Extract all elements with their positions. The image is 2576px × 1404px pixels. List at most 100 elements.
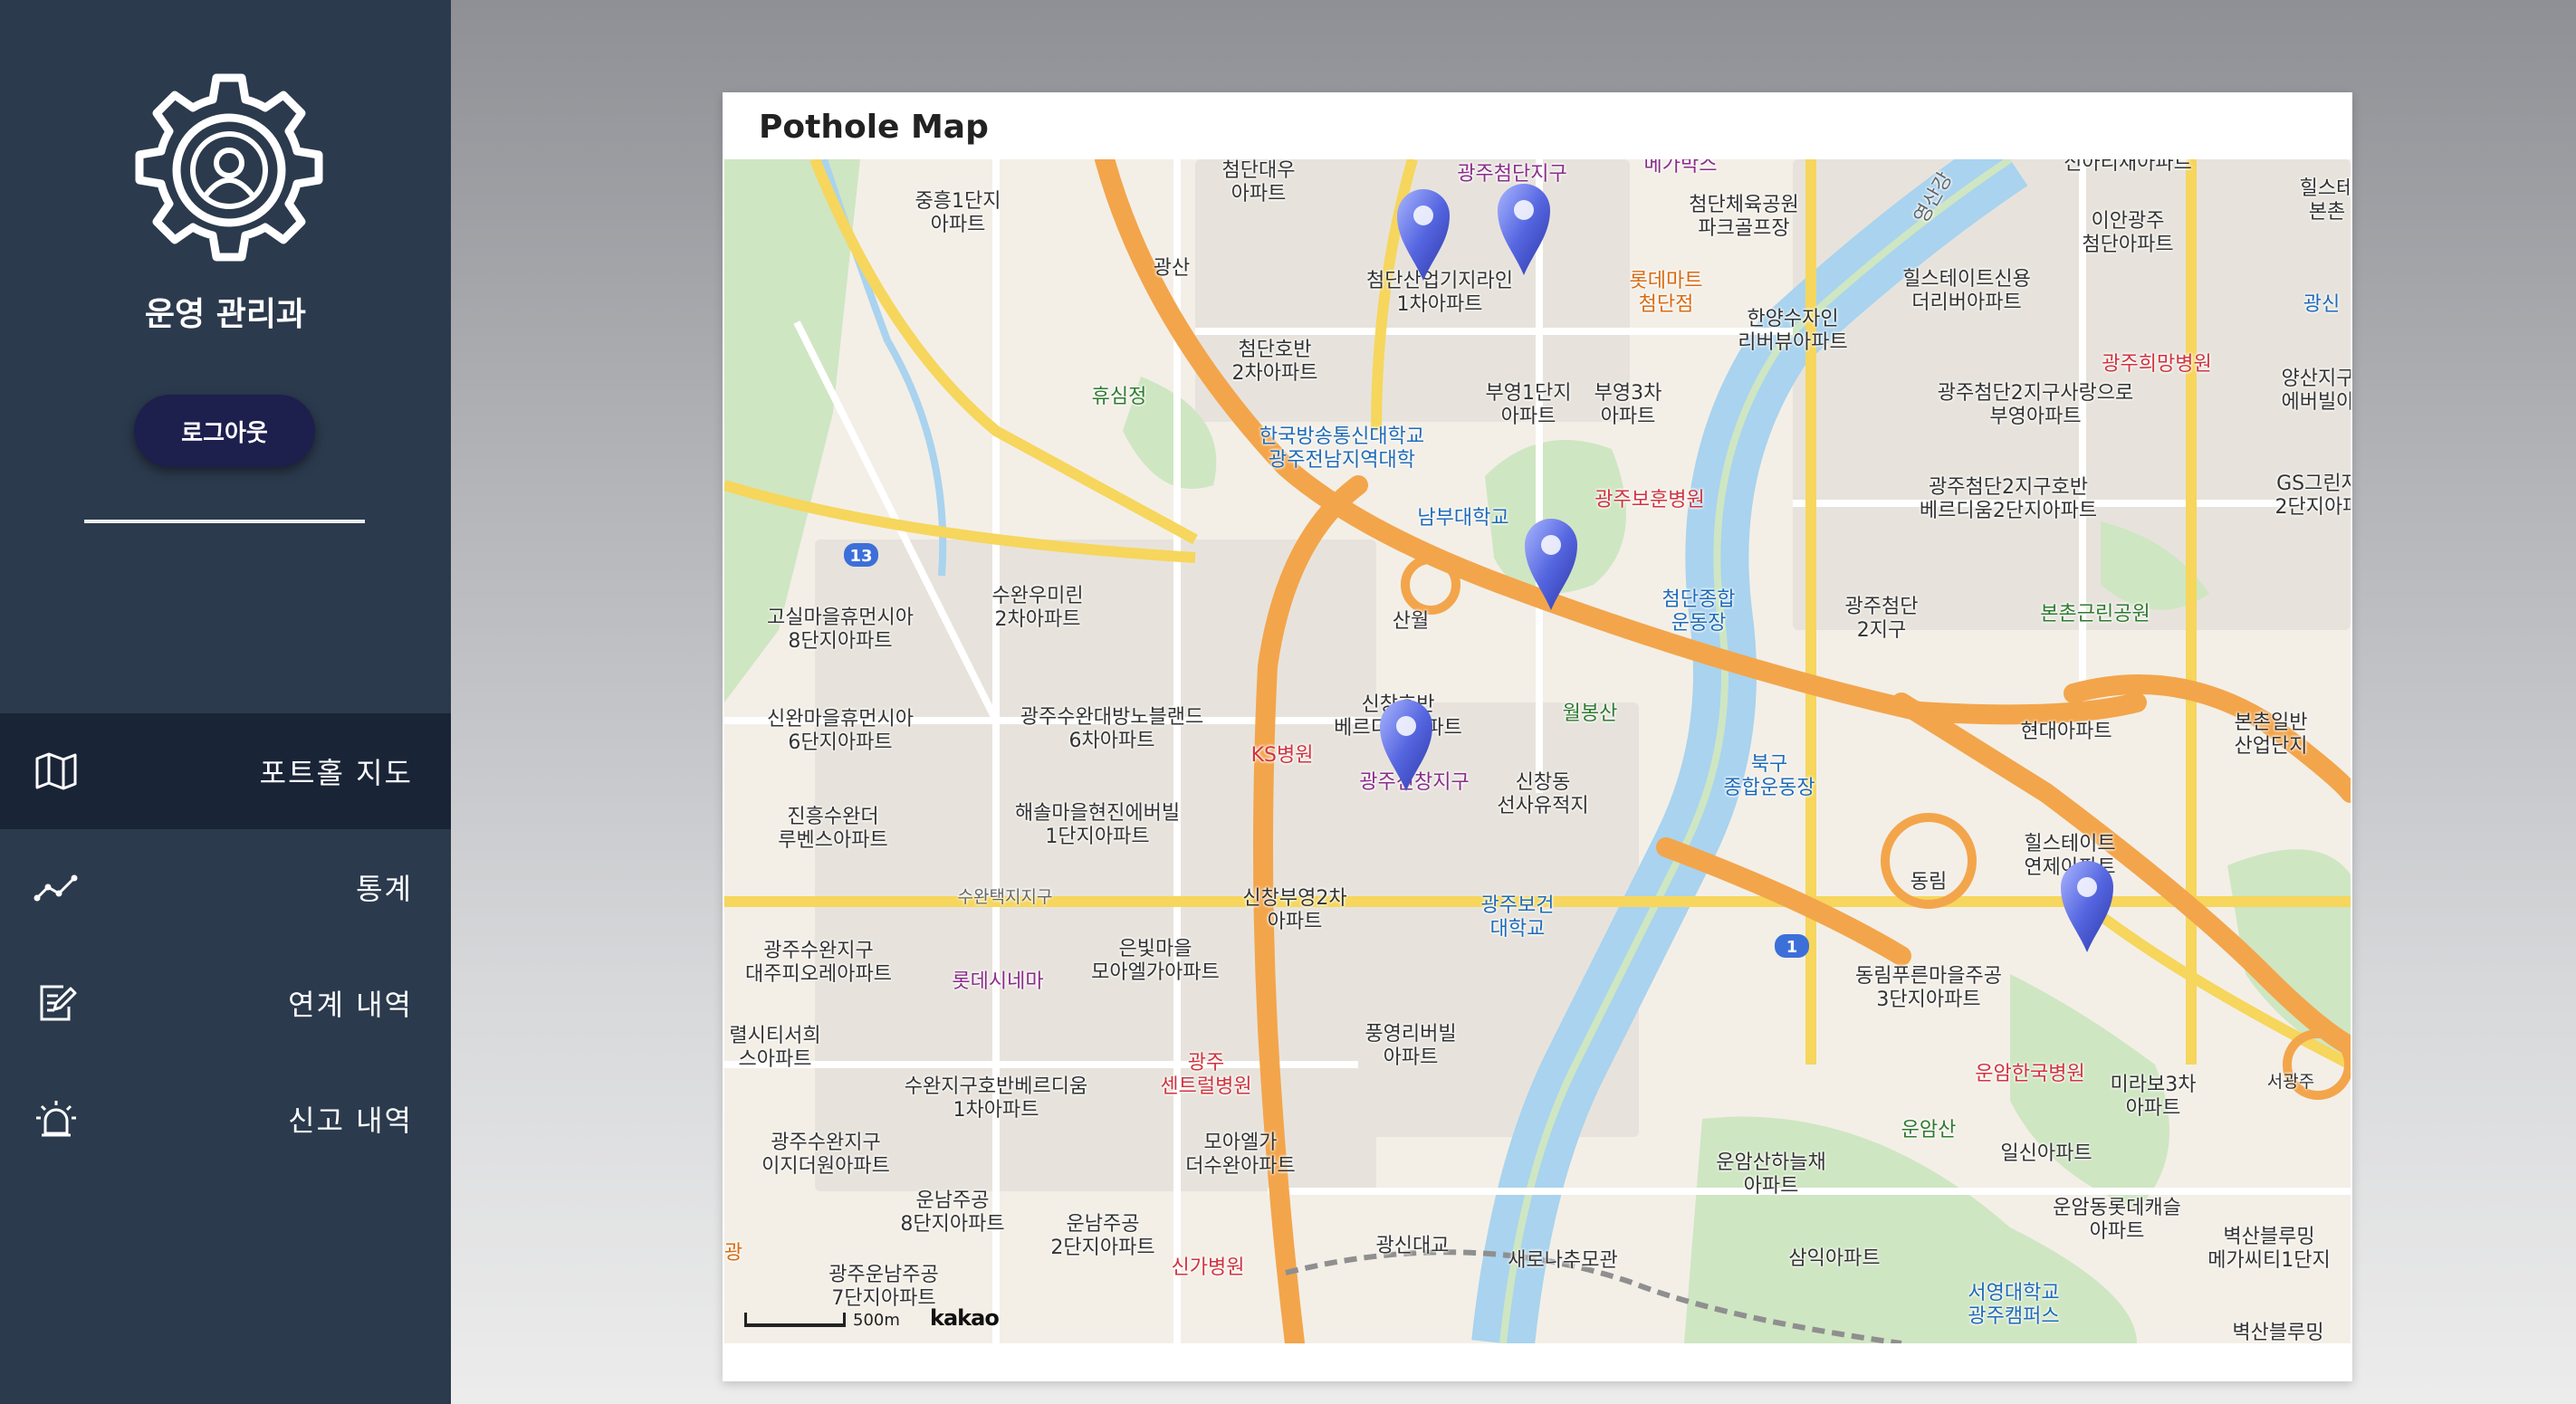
map-poi-label: 산월 bbox=[1392, 610, 1430, 633]
map-poi-label: 광주첨단 2지구 bbox=[1844, 596, 1919, 642]
edit-document-icon bbox=[40, 985, 77, 1021]
map-poi-label: 롯데시네마 bbox=[952, 970, 1044, 993]
map-poi-label: 남부대학교 bbox=[1417, 507, 1509, 530]
map-poi-label: 미라보3차 아파트 bbox=[2110, 1074, 2197, 1120]
siren-icon bbox=[36, 1101, 76, 1137]
map-poi-label: 수완우미린 2차아파트 bbox=[991, 585, 1084, 631]
map-poi-label: GS그린자 2단지아파 bbox=[2274, 473, 2351, 519]
map-scale-label: 500m bbox=[853, 1311, 900, 1330]
sidebar-item-label: 통계 bbox=[356, 872, 413, 906]
pothole-marker-icon[interactable] bbox=[1521, 512, 1581, 612]
map-poi-label: 광주첨단2지구호반 베르디움2단지아파트 bbox=[1919, 476, 2098, 522]
map-poi-label: 운암산하늘채 아파트 bbox=[1716, 1151, 1826, 1198]
brand-title: 운영 관리과 bbox=[144, 296, 307, 333]
kakao-logo: kakao bbox=[930, 1305, 1000, 1331]
pothole-marker-icon[interactable] bbox=[2057, 855, 2117, 954]
map-poi-label: 운암동롯데캐슬 아파트 bbox=[2053, 1197, 2181, 1243]
map-poi-label: 광주수완지구 대주피오레아파트 bbox=[745, 940, 892, 986]
map-poi-label: 첨단호반 2차아파트 bbox=[1231, 339, 1318, 385]
map-poi-label: 동림푸른마을주공 3단지아파트 bbox=[1855, 965, 2002, 1011]
map-poi-label: 수완택지지구 bbox=[957, 887, 1053, 907]
map-poi-label: 운남주공 8단지아파트 bbox=[900, 1189, 1005, 1236]
map-poi-label: 신가병원 bbox=[1171, 1256, 1245, 1279]
map-poi-label: 광주수완대방노블랜드 6차아파트 bbox=[1020, 706, 1204, 752]
map-view[interactable]: 13 1 첨단대우 아파트 광주첨단지구 메가박스 첨단체육공원 파크골프장 영… bbox=[724, 159, 2351, 1343]
map-poi-label: 신창부영2차 아파트 bbox=[1242, 887, 1347, 933]
map-poi-label: 한국방송통신대학교 광주전남지역대학 bbox=[1259, 425, 1425, 472]
map-poi-label: 동림 bbox=[1910, 871, 1948, 893]
sidebar-divider bbox=[84, 520, 365, 523]
map-base-layer bbox=[724, 159, 2351, 1343]
sidebar: 운영 관리과 로그아웃 포트홀 지도 통계 연계 내역 신고 내역 bbox=[0, 0, 451, 1404]
map-poi-label: 힐스테 본촌 bbox=[2299, 177, 2351, 224]
sidebar-item-statistics[interactable]: 통계 bbox=[0, 829, 451, 945]
map-poi-label: 서광주 bbox=[2266, 1072, 2315, 1092]
map-scale-bar: 500m kakao bbox=[744, 1305, 1000, 1332]
sidebar-item-label: 신고 내역 bbox=[288, 1103, 413, 1138]
map-poi-label: 광주 센트럴병원 bbox=[1160, 1052, 1252, 1098]
highway-shield-13: 13 bbox=[849, 547, 873, 566]
map-poi-label: 일신아파트 bbox=[2000, 1142, 2092, 1165]
map-poi-label: 벽산블루밍 bbox=[2232, 1322, 2324, 1343]
map-poi-label: 부영3차 아파트 bbox=[1594, 382, 1662, 428]
map-poi-label: 메가박스 bbox=[1643, 159, 1718, 177]
map-poi-label: 첨단체육공원 파크골프장 bbox=[1689, 194, 1799, 240]
map-poi-label: 월봉산 bbox=[1562, 702, 1618, 725]
pothole-map-card: Pothole Map 13 1 첨단대우 아파트 광주첨단지구 메가박스 첨단… bbox=[723, 92, 2352, 1381]
map-poi-label: 광주운남주공 7단지아파트 bbox=[828, 1264, 939, 1310]
sidebar-item-label: 포트홀 지도 bbox=[259, 756, 413, 790]
map-poi-label: 양산지구 에버빌아 bbox=[2281, 368, 2351, 414]
map-poi-label: 첨단대우 아파트 bbox=[1221, 159, 1296, 205]
map-poi-label: 롯데마트 첨단점 bbox=[1629, 270, 1703, 316]
map-poi-label: 광 bbox=[724, 1242, 743, 1265]
map-poi-label: 본촌근린공원 bbox=[2040, 603, 2150, 626]
map-poi-label: 북구 종합운동장 bbox=[1723, 753, 1815, 799]
map-poi-label: 광산 bbox=[1153, 257, 1191, 280]
map-poi-label: 삼익아파트 bbox=[1788, 1247, 1881, 1270]
map-poi-label: 렬시티서희 스아파트 bbox=[729, 1025, 821, 1071]
map-poi-label: 모아엘가 더수완아파트 bbox=[1185, 1132, 1296, 1178]
map-poi-label: 광주희망병원 bbox=[2102, 353, 2212, 376]
map-poi-label: 고실마을휴먼시아 8단지아파트 bbox=[767, 606, 914, 653]
map-poi-label: 진흥수완더 루벤스아파트 bbox=[778, 806, 888, 852]
map-poi-label: 운암산 bbox=[1901, 1119, 1957, 1141]
map-poi-label: KS병원 bbox=[1250, 744, 1314, 767]
map-poi-label: 부영1단지 아파트 bbox=[1485, 382, 1572, 428]
sidebar-item-pothole-map[interactable]: 포트홀 지도 bbox=[0, 713, 451, 829]
map-poi-label: 한양수자인 리버뷰아파트 bbox=[1738, 308, 1848, 354]
map-poi-label: 힐스테이트신용 더리버아파트 bbox=[1902, 268, 2031, 314]
map-poi-label: 광주보건 대학교 bbox=[1480, 894, 1555, 941]
map-poi-label: 광신 bbox=[2303, 293, 2341, 316]
map-poi-label: 중흥1단지 아파트 bbox=[915, 190, 1001, 236]
page-title: Pothole Map bbox=[759, 109, 989, 146]
map-poi-label: 휴심정 bbox=[1091, 386, 1147, 408]
pothole-marker-icon[interactable] bbox=[1393, 183, 1453, 282]
map-poi-label: 신창동 선사유적지 bbox=[1497, 771, 1589, 817]
logout-button[interactable]: 로그아웃 bbox=[134, 395, 315, 467]
pothole-marker-icon[interactable] bbox=[1376, 693, 1436, 793]
map-icon bbox=[35, 752, 77, 790]
chart-line-icon bbox=[34, 874, 78, 902]
map-poi-label: 운암한국병원 bbox=[1975, 1063, 2085, 1085]
pothole-marker-icon[interactable] bbox=[1494, 177, 1554, 277]
map-poi-label: 운남주공 2단지아파트 bbox=[1050, 1213, 1155, 1259]
map-poi-label: 광주수완지구 이지더원아파트 bbox=[761, 1132, 890, 1178]
map-poi-label: 첨단종합 운동장 bbox=[1661, 588, 1736, 635]
map-poi-label: 해솔마을현진에버빌 1단지아파트 bbox=[1014, 802, 1181, 848]
gear-logo-icon bbox=[135, 73, 323, 262]
sidebar-item-report-history[interactable]: 신고 내역 bbox=[0, 1061, 451, 1177]
map-poi-label: 이안광주 첨단아파트 bbox=[2082, 210, 2174, 256]
map-poi-label: 현대아파트 bbox=[2020, 721, 2112, 743]
map-poi-label: 서영대학교 광주캠퍼스 bbox=[1968, 1282, 2060, 1328]
map-poi-label: 은빛마을 모아엘가아파트 bbox=[1091, 938, 1220, 984]
map-poi-label: 광주첨단2지구사랑으로 부영아파트 bbox=[1937, 382, 2134, 428]
highway-shield-1: 1 bbox=[1786, 938, 1798, 957]
map-poi-label: 새로나추모관 bbox=[1508, 1249, 1618, 1272]
map-poi-label: 풍영리버빌 아파트 bbox=[1365, 1023, 1457, 1069]
map-poi-label: 신아리채아파트 bbox=[2064, 159, 2192, 175]
sidebar-item-linkage-history[interactable]: 연계 내역 bbox=[0, 945, 451, 1061]
map-poi-label: 본촌일반 산업단지 bbox=[2234, 712, 2308, 758]
map-poi-label: 신완마을휴먼시아 6단지아파트 bbox=[767, 708, 914, 754]
map-poi-label: 광신대교 bbox=[1375, 1235, 1450, 1257]
map-poi-label: 광주보훈병원 bbox=[1594, 489, 1705, 511]
